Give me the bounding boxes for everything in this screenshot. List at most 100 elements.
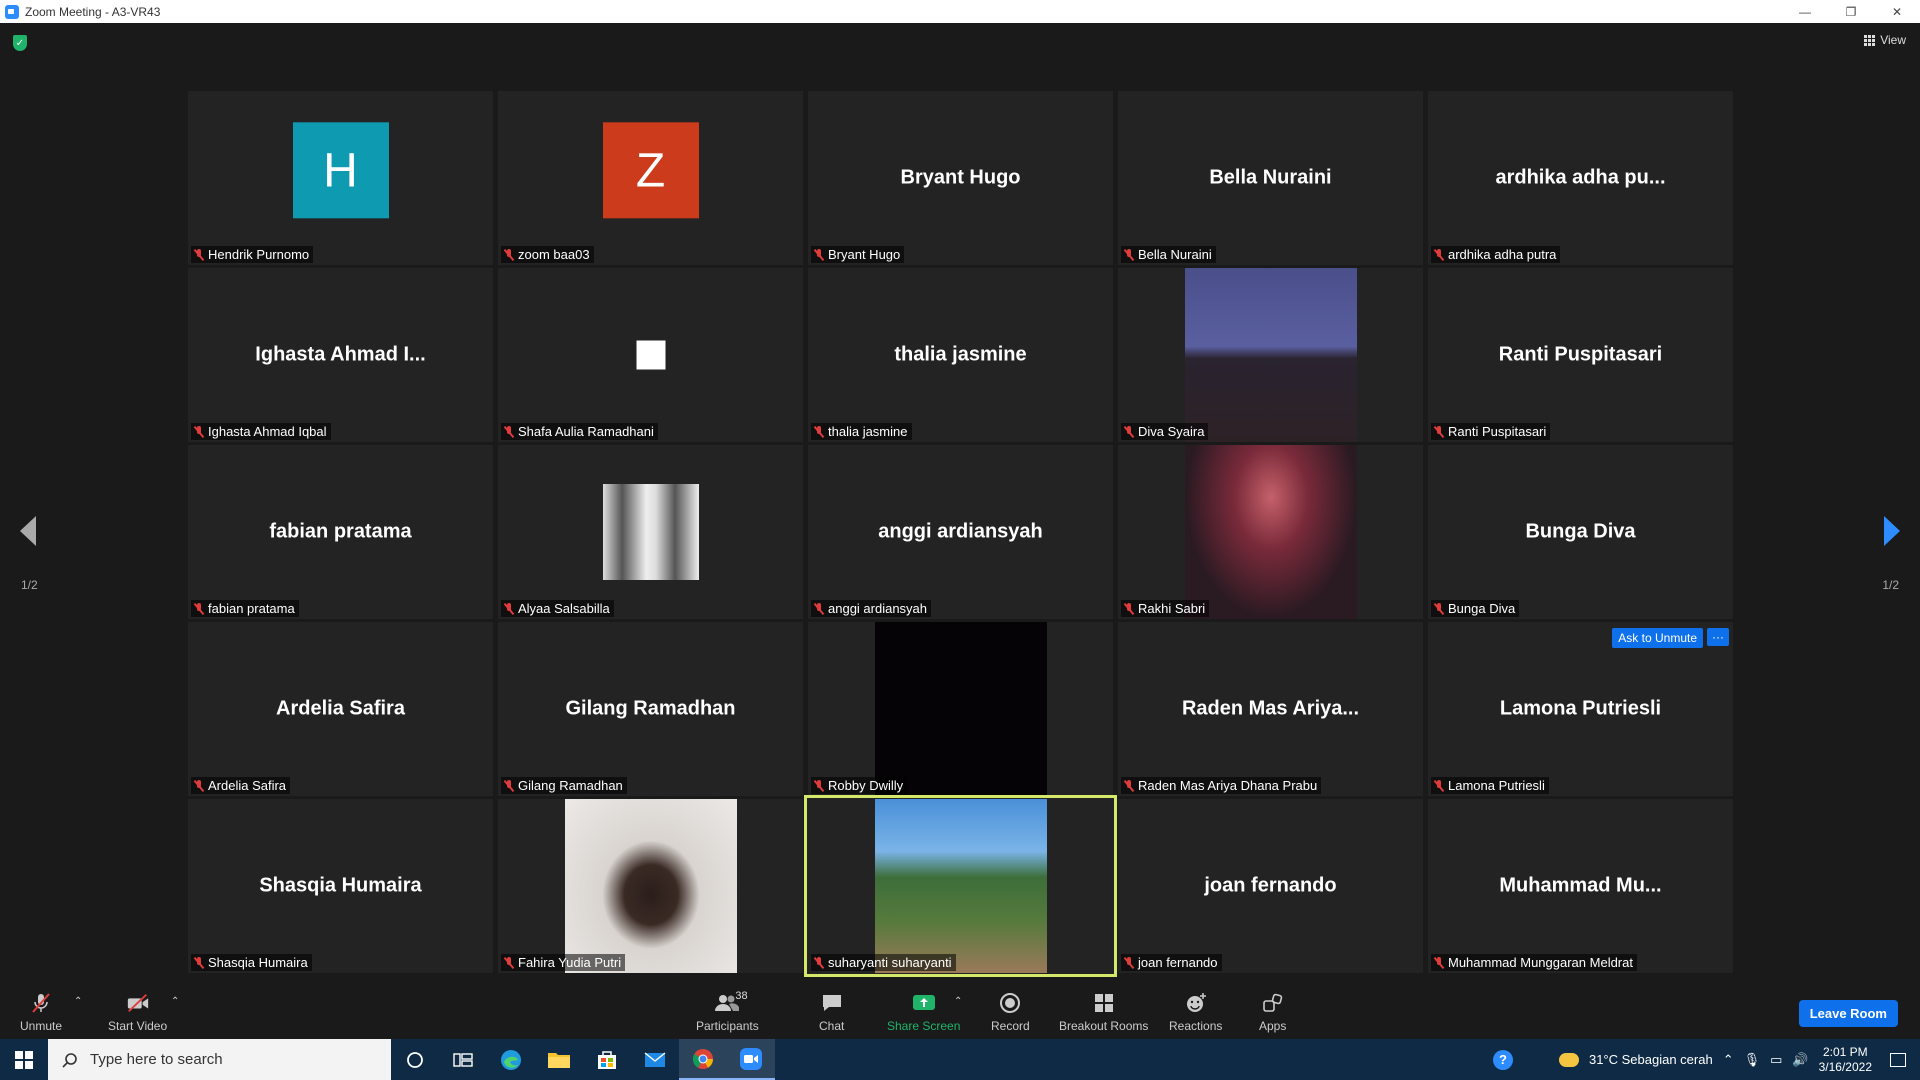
start-video-button[interactable]: Start Video xyxy=(108,980,167,1039)
muted-mic-icon xyxy=(814,602,824,615)
participants-button[interactable]: 38 Participants xyxy=(696,980,759,1039)
active-speaker-tile[interactable]: suharyanti suharyanti xyxy=(804,795,1117,977)
close-button[interactable]: ✕ xyxy=(1874,0,1920,23)
participant-display-name: Bunga Diva xyxy=(1525,520,1636,543)
taskbar-mail-button[interactable] xyxy=(631,1039,679,1080)
view-button[interactable]: View xyxy=(1864,33,1906,47)
help-icon[interactable]: ? xyxy=(1492,1049,1513,1070)
view-label: View xyxy=(1880,33,1906,47)
participant-tile[interactable]: Ardelia Safira Ardelia Safira xyxy=(188,622,493,796)
muted-mic-icon xyxy=(504,248,514,261)
taskbar-search-box[interactable]: Type here to search xyxy=(48,1039,391,1080)
taskbar-store-button[interactable] xyxy=(583,1039,631,1080)
muted-microphone-icon xyxy=(29,992,53,1014)
participant-tile[interactable]: Shafa Aulia Ramadhani xyxy=(498,268,803,442)
participant-name-label: Muhammad Munggaran Meldrat xyxy=(1431,954,1637,971)
share-screen-button[interactable]: Share Screen xyxy=(887,980,960,1039)
participant-tile[interactable]: Ask to Unmute ··· Lamona Putriesli Lamon… xyxy=(1428,622,1733,796)
participant-name: Shafa Aulia Ramadhani xyxy=(518,424,654,439)
network-icon[interactable]: ▭ xyxy=(1770,1052,1782,1068)
breakout-rooms-button[interactable]: Breakout Rooms xyxy=(1059,980,1148,1039)
microphone-icon[interactable]: 🎙 xyxy=(1744,1052,1761,1068)
participant-tile[interactable]: Bryant Hugo Bryant Hugo xyxy=(808,91,1113,265)
participant-tile[interactable]: Bella Nuraini Bella Nuraini xyxy=(1118,91,1423,265)
muted-mic-icon xyxy=(194,956,204,969)
avatar: Z xyxy=(602,122,699,219)
page-indicator-left: 1/2 xyxy=(21,578,38,592)
participant-name-label: Bryant Hugo xyxy=(811,246,905,263)
restore-button[interactable]: ❐ xyxy=(1828,0,1874,23)
participant-tile[interactable]: Bunga Diva Bunga Diva xyxy=(1428,445,1733,619)
participant-name: thalia jasmine xyxy=(828,424,908,439)
weather-text[interactable]: 31°C Sebagian cerah xyxy=(1589,1052,1713,1067)
video-gallery-grid: H Hendrik Purnomo Z zoom baa03 Bryant Hu… xyxy=(188,91,1733,998)
participant-tile[interactable]: ardhika adha pu... ardhika adha putra xyxy=(1428,91,1733,265)
participant-name-label: fabian pratama xyxy=(191,600,299,617)
participant-name-label: suharyanti suharyanti xyxy=(811,954,956,971)
participant-display-name: Bryant Hugo xyxy=(900,166,1021,189)
minimize-button[interactable]: — xyxy=(1782,0,1828,23)
more-options-button[interactable]: ··· xyxy=(1707,628,1729,646)
participant-display-name: Bella Nuraini xyxy=(1209,166,1332,189)
participant-tile[interactable]: Raden Mas Ariya... Raden Mas Ariya Dhana… xyxy=(1118,622,1423,796)
chat-button[interactable]: Chat xyxy=(819,980,844,1039)
participant-display-name: Ranti Puspitasari xyxy=(1498,343,1663,366)
taskbar-edge-button[interactable] xyxy=(487,1039,535,1080)
unmute-button[interactable]: Unmute xyxy=(20,980,62,1039)
participant-name-label: Alyaa Salsabilla xyxy=(501,600,614,617)
participant-tile[interactable]: fabian pratama fabian pratama xyxy=(188,445,493,619)
participant-tile[interactable]: joan fernando joan fernando xyxy=(1118,799,1423,973)
volume-icon[interactable]: 🔊 xyxy=(1792,1052,1808,1068)
participant-tile[interactable]: Shasqia Humaira Shasqia Humaira xyxy=(188,799,493,973)
participant-name: Muhammad Munggaran Meldrat xyxy=(1448,955,1633,970)
page-indicator-right: 1/2 xyxy=(1882,578,1899,592)
participant-tile[interactable]: Gilang Ramadhan Gilang Ramadhan xyxy=(498,622,803,796)
encryption-shield-icon[interactable]: ✓ xyxy=(13,35,27,51)
participant-tile[interactable]: Muhammad Mu... Muhammad Munggaran Meldra… xyxy=(1428,799,1733,973)
participant-tile[interactable]: Alyaa Salsabilla xyxy=(498,445,803,619)
search-icon xyxy=(62,1052,77,1068)
participant-name-label: Fahira Yudia Putri xyxy=(501,954,626,971)
tray-overflow-chevron-icon[interactable]: ⌃ xyxy=(1723,1052,1734,1068)
windows-start-button[interactable] xyxy=(0,1039,48,1080)
apps-icon xyxy=(1261,992,1285,1014)
apps-button[interactable]: Apps xyxy=(1259,980,1286,1039)
record-button[interactable]: Record xyxy=(991,980,1030,1039)
video-options-chevron-icon[interactable]: ⌃ xyxy=(171,996,179,1007)
taskbar-zoom-button[interactable] xyxy=(727,1039,775,1080)
muted-mic-icon xyxy=(1434,425,1444,438)
participant-tile[interactable]: Robby Dwilly xyxy=(808,622,1113,796)
participant-name: Ranti Puspitasari xyxy=(1448,424,1547,439)
participant-tile[interactable]: Ranti Puspitasari Ranti Puspitasari xyxy=(1428,268,1733,442)
task-view-button[interactable] xyxy=(439,1039,487,1080)
taskbar-file-explorer-button[interactable] xyxy=(535,1039,583,1080)
next-page-arrow-icon[interactable] xyxy=(1884,516,1900,546)
muted-mic-icon xyxy=(504,602,514,615)
muted-mic-icon xyxy=(1434,248,1444,261)
notification-center-icon[interactable] xyxy=(1890,1052,1906,1067)
store-bag-icon xyxy=(598,1050,616,1069)
participant-tile[interactable]: Rakhi Sabri xyxy=(1118,445,1423,619)
windows-logo-icon xyxy=(15,1050,33,1069)
cortana-button[interactable] xyxy=(391,1039,439,1080)
reactions-button[interactable]: Reactions xyxy=(1169,980,1222,1039)
participant-tile[interactable]: Diva Syaira xyxy=(1118,268,1423,442)
taskbar-clock[interactable]: 2:01 PM 3/16/2022 xyxy=(1819,1045,1872,1075)
breakout-rooms-label: Breakout Rooms xyxy=(1059,1019,1149,1033)
participant-tile[interactable]: thalia jasmine thalia jasmine xyxy=(808,268,1113,442)
participant-tile[interactable]: Z zoom baa03 xyxy=(498,91,803,265)
share-options-chevron-icon[interactable]: ⌃ xyxy=(954,996,962,1007)
audio-options-chevron-icon[interactable]: ⌃ xyxy=(74,996,82,1007)
participant-tile[interactable]: anggi ardiansyah anggi ardiansyah xyxy=(808,445,1113,619)
participant-tile[interactable]: Ighasta Ahmad I... Ighasta Ahmad Iqbal xyxy=(188,268,493,442)
previous-page-arrow-icon[interactable] xyxy=(20,516,36,546)
ask-to-unmute-button[interactable]: Ask to Unmute xyxy=(1612,628,1703,648)
leave-room-button[interactable]: Leave Room xyxy=(1798,1000,1898,1027)
weather-sun-cloud-icon[interactable] xyxy=(1558,1052,1579,1067)
participant-tile[interactable]: Fahira Yudia Putri xyxy=(498,799,803,973)
participant-tile[interactable]: H Hendrik Purnomo xyxy=(188,91,493,265)
taskbar-chrome-button[interactable] xyxy=(679,1039,727,1080)
start-video-label: Start Video xyxy=(108,1019,168,1033)
window-controls: — ❐ ✕ xyxy=(1782,0,1920,23)
participant-display-name: ardhika adha pu... xyxy=(1495,166,1666,189)
